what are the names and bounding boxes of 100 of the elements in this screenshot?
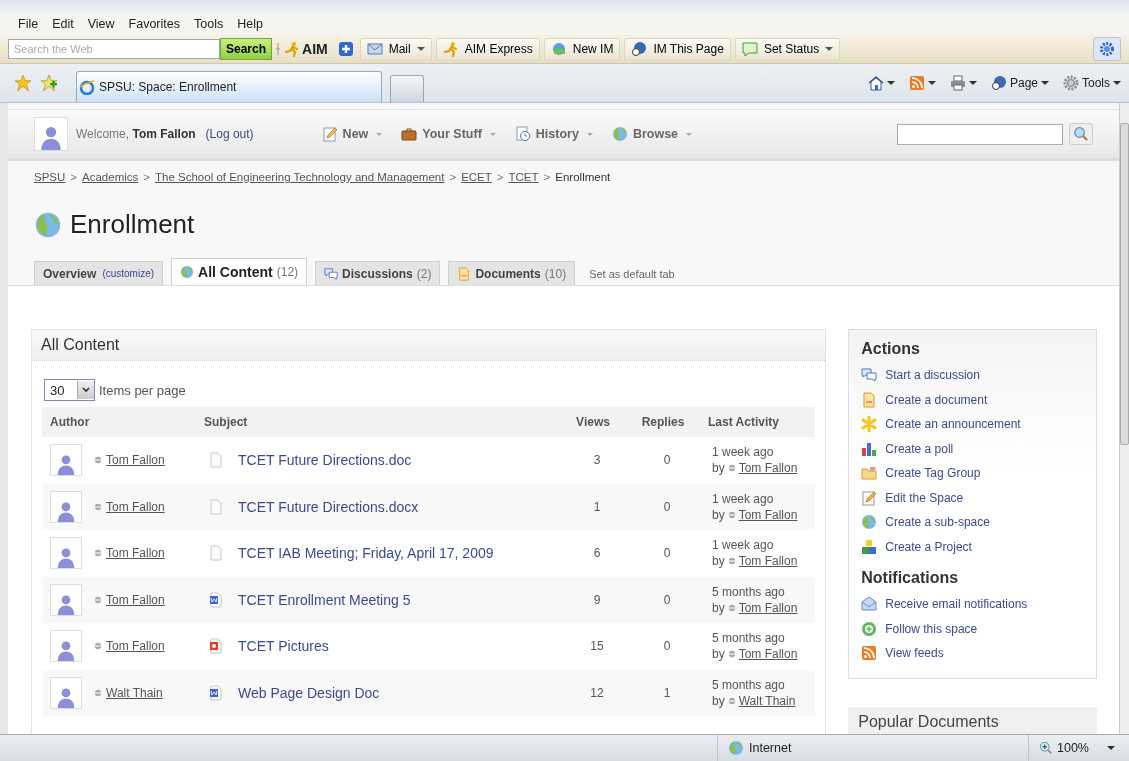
avatar[interactable] (50, 583, 82, 616)
avatar[interactable] (50, 676, 82, 709)
content-tab[interactable]: All Content (12) (171, 258, 308, 285)
action-link[interactable]: Create a sub-space (885, 515, 990, 530)
author-link[interactable]: Tom Fallon (106, 546, 165, 561)
set-default-tab-link[interactable]: Set as default tab (589, 268, 675, 280)
nav-menu[interactable]: Browse (611, 126, 694, 142)
action-link[interactable]: Start a discussion (885, 368, 980, 383)
author-link[interactable]: Tom Fallon (738, 647, 798, 662)
author-link[interactable]: Tom Fallon (106, 592, 165, 607)
nav-menu[interactable]: Your Stuff (401, 126, 497, 142)
action-link[interactable]: Edit the Space (885, 490, 964, 505)
action-link[interactable]: Create a Project (885, 539, 972, 554)
add-favorite-icon[interactable] (40, 74, 58, 92)
document-link[interactable]: TCET IAB Meeting; Friday, April 17, 2009 (238, 545, 494, 562)
caret-icon (416, 45, 425, 53)
menu-item[interactable]: Help (231, 16, 271, 31)
settings-button[interactable] (1093, 37, 1121, 61)
search-button[interactable]: Search (220, 38, 273, 60)
toolbar-button[interactable]: New IM (543, 37, 621, 61)
by-label: by (712, 507, 725, 522)
aim-logo[interactable]: AIM (284, 41, 328, 57)
user-status-icon (727, 696, 736, 705)
author-link[interactable]: Tom Fallon (106, 499, 165, 514)
toolbar-button[interactable]: AIM Express (435, 37, 540, 61)
menu-item[interactable]: View (81, 16, 123, 31)
search-button[interactable] (1069, 123, 1093, 145)
toolbar-button[interactable]: Set Status (734, 37, 841, 61)
browser-tab[interactable]: SPSU: Space: Enrollment (76, 71, 382, 102)
zoom-level[interactable]: 100% (1028, 735, 1129, 761)
toolbar-button[interactable]: Mail (359, 37, 432, 61)
action-link[interactable]: Create a document (885, 392, 988, 407)
avatar[interactable] (50, 444, 82, 477)
author-link[interactable]: Tom Fallon (738, 600, 798, 615)
menu-item[interactable]: Favorites (122, 16, 188, 31)
column-header: Author (49, 415, 91, 429)
person-icon (55, 639, 77, 662)
content-tab[interactable]: Documents (10) (448, 261, 576, 285)
breadcrumb-link[interactable]: TCET (508, 171, 539, 183)
by-label: by (712, 461, 725, 476)
document-link[interactable]: TCET Pictures (238, 638, 329, 655)
activity-time: 5 months ago (712, 584, 785, 599)
breadcrumb-link[interactable]: SPSU (34, 171, 66, 183)
document-link[interactable]: TCET Future Directions.docx (238, 498, 419, 515)
caret-icon (825, 45, 834, 53)
command-button[interactable] (908, 75, 936, 91)
new-tab-button[interactable] (390, 75, 424, 102)
avatar[interactable] (50, 537, 82, 570)
logout-link[interactable]: (Log out) (205, 127, 254, 141)
menu-item[interactable]: Tools (188, 16, 232, 31)
document-link[interactable]: Web Page Design Doc (238, 684, 380, 701)
avatar[interactable] (50, 490, 82, 523)
content-tab[interactable]: Overview (customize) (34, 261, 164, 285)
user-avatar[interactable] (34, 117, 68, 151)
command-button[interactable] (949, 75, 977, 91)
site-search-field[interactable] (897, 123, 1063, 145)
command-button[interactable]: Page (990, 75, 1049, 91)
action-link[interactable]: Receive email notifications (885, 597, 1028, 612)
breadcrumb-link[interactable]: ECET (461, 171, 492, 183)
document-link[interactable]: TCET Future Directions.doc (238, 452, 412, 469)
author-link[interactable]: Tom Fallon (106, 453, 165, 468)
web-search-field[interactable]: Search the Web (8, 39, 220, 59)
envelope-icon (366, 41, 383, 57)
activity-time: 1 week ago (712, 445, 774, 460)
breadcrumb-link[interactable]: Academics (82, 171, 139, 183)
favorites-star-icon[interactable] (14, 74, 32, 92)
caret-icon (927, 79, 936, 87)
action-link[interactable]: Follow this space (885, 621, 978, 636)
menu-item[interactable]: File (12, 16, 47, 31)
browser-logo-icon (79, 79, 95, 95)
author-link[interactable]: Tom Fallon (738, 554, 798, 569)
avatar[interactable] (50, 630, 82, 663)
page-size-select[interactable]: 30 (44, 379, 95, 401)
author-link[interactable]: Walt Thain (738, 693, 796, 708)
table-cell: 12 (590, 685, 604, 700)
envelope-icon (861, 596, 878, 613)
action-link[interactable]: Create an announcement (885, 417, 1021, 432)
action-link[interactable]: View feeds (885, 646, 944, 661)
action-link[interactable]: Create a poll (885, 441, 954, 456)
section-heading: Actions (861, 340, 921, 358)
command-button[interactable]: Tools (1063, 75, 1121, 91)
gear-icon (1099, 41, 1115, 57)
author-link[interactable]: Walt Thain (106, 685, 163, 700)
nav-menu[interactable]: History (514, 126, 594, 142)
nav-menu[interactable]: New (321, 126, 384, 142)
menu-item[interactable]: Edit (46, 16, 82, 31)
action-link[interactable]: Create Tag Group (885, 466, 981, 481)
briefcase-icon (401, 126, 418, 142)
scrollbar[interactable] (1119, 103, 1129, 734)
toolbar-grip-icon[interactable] (276, 42, 281, 56)
toolbar-button[interactable]: IM This Page (624, 37, 731, 61)
author-link[interactable]: Tom Fallon (738, 507, 798, 522)
content-tab[interactable]: Discussions (2) (315, 261, 441, 285)
author-link[interactable]: Tom Fallon (738, 461, 798, 476)
command-button[interactable] (867, 75, 895, 91)
author-link[interactable]: Tom Fallon (106, 639, 165, 654)
table-cell: 9 (593, 592, 601, 607)
breadcrumb-separator: > (70, 171, 78, 183)
document-link[interactable]: TCET Enrollment Meeting 5 (238, 591, 411, 608)
breadcrumb-link[interactable]: The School of Engineering Technology and Management (155, 171, 445, 183)
